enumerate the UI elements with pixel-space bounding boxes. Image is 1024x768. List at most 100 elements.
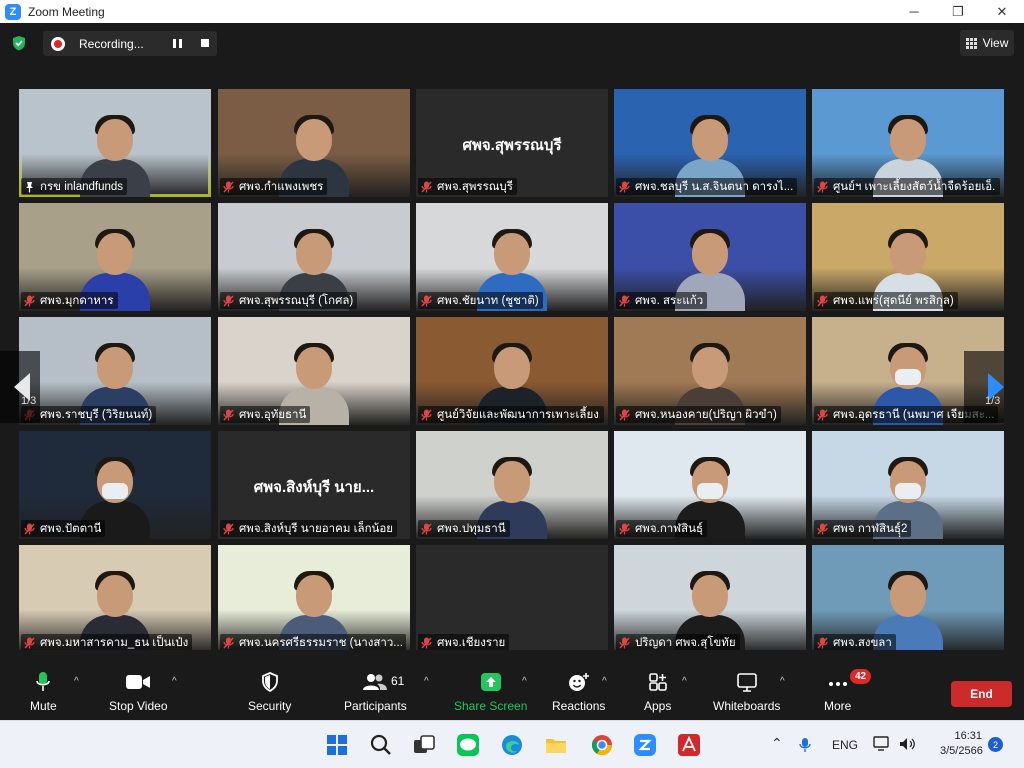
participant-tile[interactable]: ศูนย์วิจัยและพัฒนาการเพาะเลี้ยง...: [416, 317, 608, 425]
participant-name: ศพจ.นครศรีธรรมราช (นางสาว...: [239, 636, 402, 649]
acrobat-icon[interactable]: [677, 733, 701, 757]
participant-name: ศพจ.สุพรรณบุรี (โกศล): [239, 294, 354, 307]
video-options-caret[interactable]: ^: [172, 676, 177, 687]
next-page-button[interactable]: [964, 351, 1004, 423]
participant-tile[interactable]: ศพจ.สงขลา: [812, 545, 1004, 653]
participant-tile[interactable]: ศพจ.มุกดาหาร: [19, 203, 211, 311]
search-icon[interactable]: [369, 733, 393, 757]
participants-options-caret[interactable]: ^: [424, 676, 429, 687]
prev-page-button[interactable]: [0, 351, 40, 423]
participant-name: ศพจ.สุพรรณบุรี: [437, 180, 513, 193]
microphone-icon: [36, 672, 51, 691]
share-screen-label: Share Screen: [454, 699, 528, 713]
muted-microphone-icon: [421, 181, 432, 192]
meeting-controls: Mute ^ Stop Video ^ Security Participant…: [0, 650, 1024, 720]
participant-tile[interactable]: ศพจ. สระแก้ว: [614, 203, 806, 311]
apps-button[interactable]: Apps: [644, 671, 671, 713]
participant-display-name: ศพจ.สุพรรณบุรี: [462, 137, 562, 154]
tray-microphone-icon[interactable]: [799, 737, 811, 753]
tray-volume-icon[interactable]: [898, 736, 916, 752]
tray-network-icon[interactable]: [873, 736, 891, 752]
participant-tile[interactable]: ศพจ.ปัตตานี: [19, 431, 211, 539]
participant-name: ศพจ.กาฬสินธุ์: [635, 522, 703, 535]
participant-tile[interactable]: ศูนย์ฯ เพาะเลี้ยงสัตว์น้ำจืดร้อยเอ็...: [812, 89, 1004, 197]
participant-tile[interactable]: ศพจ.ปทุมธานี: [416, 431, 608, 539]
zoom-icon[interactable]: [633, 733, 657, 757]
more-button[interactable]: More: [824, 671, 851, 713]
page-indicator-left: 1/3: [21, 395, 37, 407]
edge-icon[interactable]: [500, 733, 524, 757]
mute-button[interactable]: Mute: [30, 671, 57, 713]
apps-options-caret[interactable]: ^: [682, 676, 687, 687]
participant-tile[interactable]: ศพจ.อุทัยธานี: [218, 317, 410, 425]
security-shield-icon: [261, 672, 278, 692]
restore-button[interactable]: ❐: [936, 0, 980, 23]
participant-tile[interactable]: ศพจ กาฬสินธุ์ฺ2: [812, 431, 1004, 539]
participant-tile[interactable]: ศพจ.สิงห์บุรี นาย... ศพจ.สิงห์บุรี นายอาค…: [218, 431, 410, 539]
chrome-icon[interactable]: [590, 733, 614, 757]
name-label-bar: ศพจ.ชลบุรี น.ส.จินตนา ดารงไ...: [616, 178, 798, 195]
participant-tile[interactable]: ศพจ.แพร่(สุดนีย์ พรสิกุล): [812, 203, 1004, 311]
participant-tile[interactable]: ศพจ.สุพรรณบุรี ศพจ.สุพรรณบุรี: [416, 89, 608, 197]
file-explorer-icon[interactable]: [544, 733, 568, 757]
view-button[interactable]: View: [960, 30, 1014, 56]
name-label-bar: ศพจ.เชียงราย: [418, 634, 510, 651]
recording-dot-icon: [51, 36, 65, 51]
name-label-bar: ศพจ.สุพรรณบุรี (โกศล): [220, 292, 358, 309]
whiteboards-options-caret[interactable]: ^: [780, 676, 785, 687]
muted-microphone-icon: [619, 181, 630, 192]
participant-tile[interactable]: ศพจ.กาฬสินธุ์: [614, 431, 806, 539]
participant-tile[interactable]: กรข inlandfunds: [19, 89, 211, 197]
name-label-bar: ศูนย์ฯ เพาะเลี้ยงสัตว์น้ำจืดร้อยเอ็...: [814, 178, 1000, 195]
participant-tile[interactable]: ศพจ.มหาสารคาม_ธน เป็นเป๋ง: [19, 545, 211, 653]
pause-recording-button[interactable]: [173, 39, 182, 48]
notification-badge[interactable]: 2: [988, 737, 1003, 752]
participant-tile[interactable]: ศพจ.ชัยนาท (ชูชาติ): [416, 203, 608, 311]
muted-microphone-icon: [421, 409, 432, 420]
encryption-shield-icon[interactable]: [11, 35, 27, 51]
windows-start-icon[interactable]: [325, 733, 349, 757]
participant-name: ศพจ.สิงห์บุรี นายอาคม เล็กน้อย: [239, 522, 394, 535]
minimize-button[interactable]: ─: [892, 0, 936, 23]
muted-microphone-icon: [619, 523, 630, 534]
clock[interactable]: 16:31 3/5/2566: [940, 729, 983, 759]
mute-label: Mute: [30, 699, 57, 713]
muted-microphone-icon: [817, 181, 828, 192]
security-label: Security: [248, 699, 292, 713]
muted-microphone-icon: [24, 295, 35, 306]
tray-chevron-up-icon[interactable]: ⌃: [771, 735, 783, 752]
name-label-bar: ศพจ.สงขลา: [814, 634, 896, 651]
share-screen-icon: [480, 673, 501, 691]
security-button[interactable]: Security: [248, 671, 291, 713]
muted-microphone-icon: [817, 523, 828, 534]
participant-display-name: ศพจ.สิงห์บุรี นาย...: [253, 479, 375, 496]
participant-name: ศพจ. สระแก้ว: [635, 294, 704, 307]
whiteboards-button[interactable]: Whiteboards: [713, 671, 780, 713]
mute-options-caret[interactable]: ^: [74, 676, 79, 687]
participant-name: ศพจ.กำแพงเพชร: [239, 180, 324, 193]
participant-name: ศูนย์ฯ เพาะเลี้ยงสัตว์น้ำจืดร้อยเอ็...: [833, 180, 996, 193]
language-indicator[interactable]: ENG: [832, 738, 858, 752]
close-button[interactable]: ✕: [980, 0, 1024, 23]
name-label-bar: ศพจ.สุพรรณบุรี: [418, 178, 517, 195]
participant-tile[interactable]: ศพจ.หนองคาย(ปริญา ผิวขำ): [614, 317, 806, 425]
participant-name: ศพจ.ชัยนาท (ชูชาติ): [437, 294, 539, 307]
participant-tile[interactable]: ศพจ.ชลบุรี น.ส.จินตนา ดารงไ...: [614, 89, 806, 197]
end-meeting-button[interactable]: End: [951, 681, 1012, 707]
participant-tile[interactable]: ศพจ.นครศรีธรรมราช (นางสาว...: [218, 545, 410, 653]
participant-tile[interactable]: ศพจ.ราชบุรี (วิริยนนท์): [19, 317, 211, 425]
reactions-button[interactable]: Reactions: [552, 671, 605, 713]
participant-tile[interactable]: ปริญดา ศพจ.สุโขทัย: [614, 545, 806, 653]
reactions-options-caret[interactable]: ^: [602, 676, 607, 687]
stop-video-button[interactable]: Stop Video: [109, 671, 168, 713]
grid-view-icon: [965, 37, 977, 49]
muted-microphone-icon: [817, 295, 828, 306]
stop-recording-button[interactable]: [201, 39, 209, 47]
participant-tile[interactable]: ศพจ.กำแพงเพชร: [218, 89, 410, 197]
participant-tile[interactable]: ศพจ.เชียงราย: [416, 545, 608, 653]
share-screen-button[interactable]: Share Screen: [454, 671, 527, 713]
line-icon[interactable]: [456, 733, 480, 757]
share-options-caret[interactable]: ^: [522, 676, 527, 687]
participant-tile[interactable]: ศพจ.สุพรรณบุรี (โกศล): [218, 203, 410, 311]
task-view-icon[interactable]: [412, 733, 436, 757]
